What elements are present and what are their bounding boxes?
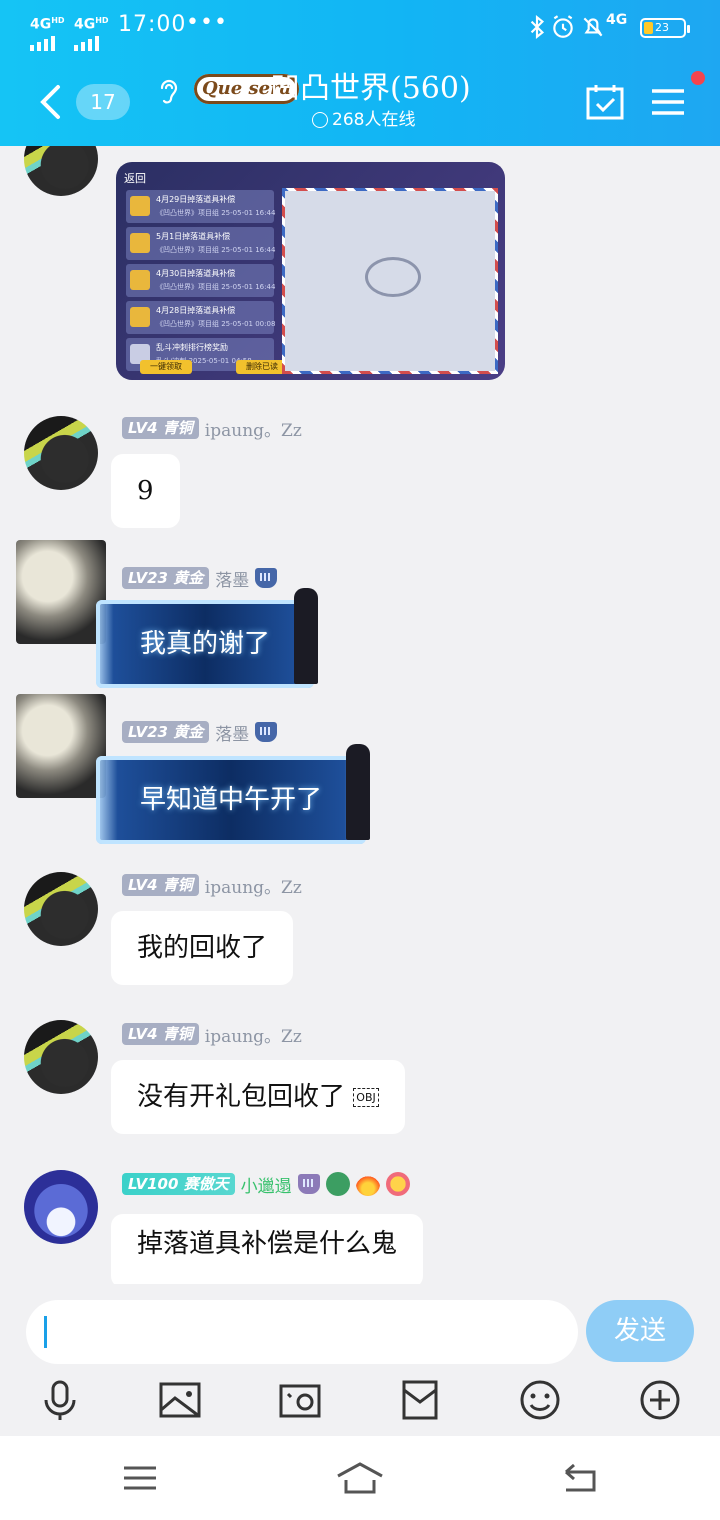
level-badge: LV23 黄金 bbox=[122, 567, 210, 589]
avatar[interactable] bbox=[24, 1020, 98, 1094]
signal-2: 4GHD bbox=[74, 14, 109, 51]
image-mail-row: 4月29日掉落道具补偿 《凹凸世界》项目组 25-05-01 16:44 bbox=[126, 190, 275, 223]
message-bubble[interactable]: 我的回收了 bbox=[111, 911, 294, 985]
sender-name[interactable]: ipaung。Zz bbox=[205, 416, 302, 441]
recent-apps-icon[interactable] bbox=[120, 1458, 160, 1498]
top-bar: 4GHD 4GHD 17:00 ••• 4G 23 17 Que sera 凹凸… bbox=[0, 0, 720, 146]
plus-icon[interactable] bbox=[638, 1378, 682, 1422]
sender-meta: LV4 青铜 ipaung。Zz bbox=[122, 873, 302, 898]
bluetooth-icon bbox=[530, 14, 545, 40]
level-badge: LV4 青铜 bbox=[122, 417, 199, 439]
calendar-check-icon[interactable] bbox=[586, 84, 624, 120]
message-bubble[interactable]: 我真的谢了 bbox=[96, 588, 319, 688]
text-caret bbox=[44, 1316, 47, 1348]
image-mail-row: 4月28日掉落道具补偿 《凹凸世界》项目组 25-05-01 00:08 bbox=[126, 301, 275, 334]
online-count: 268人在线 bbox=[312, 108, 415, 132]
sender-name[interactable]: 小邋遢 bbox=[241, 1172, 292, 1197]
microphone-icon[interactable] bbox=[38, 1378, 82, 1422]
group-title[interactable]: 凹凸世界(560) bbox=[270, 70, 471, 108]
notification-dot bbox=[691, 71, 705, 85]
image-back-label: 返回 bbox=[124, 172, 146, 185]
flower-badge-icon bbox=[385, 1172, 410, 1196]
object-placeholder: OBJ bbox=[353, 1088, 379, 1107]
status-bar: 4GHD 4GHD 17:00 ••• 4G 23 bbox=[0, 0, 720, 56]
avatar[interactable] bbox=[24, 872, 98, 946]
shield-badge-icon bbox=[255, 568, 278, 588]
chevron-left-icon[interactable] bbox=[36, 84, 64, 120]
level-badge: LV4 青铜 bbox=[122, 874, 199, 896]
unread-count-badge[interactable]: 17 bbox=[76, 84, 130, 120]
system-nav-bar bbox=[0, 1436, 720, 1520]
network-type: 4G bbox=[606, 12, 628, 28]
image-mail-row: 4月30日掉落道具补偿 《凹凸世界》项目组 25-05-01 16:44 bbox=[126, 264, 275, 297]
character-figure-icon bbox=[294, 588, 319, 684]
camera-icon[interactable] bbox=[278, 1378, 322, 1422]
signal-1: 4GHD bbox=[30, 14, 65, 51]
avatar[interactable] bbox=[24, 1170, 98, 1244]
home-icon[interactable] bbox=[336, 1458, 384, 1498]
shield-badge-icon bbox=[297, 1174, 320, 1194]
image-mail-list: 4月29日掉落道具补偿 《凹凸世界》项目组 25-05-01 16:44 5月1日… bbox=[126, 190, 275, 375]
sender-meta: LV4 青铜 ipaung。Zz bbox=[122, 416, 302, 441]
level-badge: LV4 青铜 bbox=[122, 1023, 199, 1045]
battery-icon: 23 bbox=[640, 18, 690, 38]
avatar[interactable] bbox=[16, 694, 106, 798]
sender-meta: LV23 黄金 落墨 bbox=[122, 566, 278, 591]
red-packet-icon[interactable] bbox=[398, 1378, 442, 1422]
message-image[interactable]: 返回 4月29日掉落道具补偿 《凹凸世界》项目组 25-05-01 16:44 5… bbox=[116, 162, 505, 380]
avatar[interactable] bbox=[24, 146, 98, 196]
message-list[interactable]: 返回 4月29日掉落道具补偿 《凹凸世界》项目组 25-05-01 16:44 5… bbox=[0, 146, 720, 1284]
sender-meta: LV100 赛傲天 小邋遢 bbox=[122, 1172, 410, 1197]
ear-icon[interactable] bbox=[156, 76, 180, 108]
message-input[interactable] bbox=[26, 1300, 578, 1364]
smile-icon bbox=[312, 112, 328, 128]
menu-icon[interactable] bbox=[650, 88, 686, 116]
message-bubble[interactable]: 早知道中午开了 bbox=[96, 744, 371, 844]
level-badge: LV100 赛傲天 bbox=[122, 1173, 235, 1195]
level-badge: LV23 黄金 bbox=[122, 721, 210, 743]
more-status-dots: ••• bbox=[186, 10, 228, 35]
message-bubble[interactable]: 没有开礼包回收了 OBJ bbox=[111, 1060, 405, 1134]
sender-meta: LV23 黄金 落墨 bbox=[122, 720, 278, 745]
sender-meta: LV4 青铜 ipaung。Zz bbox=[122, 1022, 302, 1047]
avatar[interactable] bbox=[24, 416, 98, 490]
image-mail-row: 5月1日掉落道具补偿 《凹凸世界》项目组 25-05-01 16:44 bbox=[126, 227, 275, 260]
dragon-badge-icon bbox=[325, 1172, 350, 1196]
image-icon[interactable] bbox=[158, 1378, 202, 1422]
mute-icon bbox=[583, 17, 603, 37]
alarm-icon bbox=[553, 15, 573, 38]
image-envelope bbox=[282, 188, 498, 374]
clock: 17:00 bbox=[118, 12, 187, 37]
sender-name[interactable]: 落墨 bbox=[215, 720, 249, 745]
send-button[interactable]: 发送 bbox=[586, 1300, 694, 1362]
sender-name[interactable]: ipaung。Zz bbox=[205, 873, 302, 898]
message-bubble[interactable]: 9 bbox=[111, 454, 180, 528]
sender-name[interactable]: ipaung。Zz bbox=[205, 1022, 302, 1047]
sender-name[interactable]: 落墨 bbox=[215, 566, 249, 591]
message-bubble[interactable]: 掉落道具补偿是什么鬼 bbox=[111, 1214, 424, 1284]
image-buttons: 一键领取 删除已读 bbox=[140, 360, 288, 374]
fire-badge-icon bbox=[355, 1172, 380, 1196]
shield-badge-icon bbox=[255, 722, 278, 742]
character-figure-icon bbox=[346, 744, 371, 840]
emoji-icon[interactable] bbox=[518, 1378, 562, 1422]
battery-level: 23 bbox=[655, 21, 669, 34]
composer: 发送 bbox=[0, 1284, 720, 1436]
avatar[interactable] bbox=[16, 540, 106, 644]
back-icon[interactable] bbox=[560, 1458, 600, 1498]
